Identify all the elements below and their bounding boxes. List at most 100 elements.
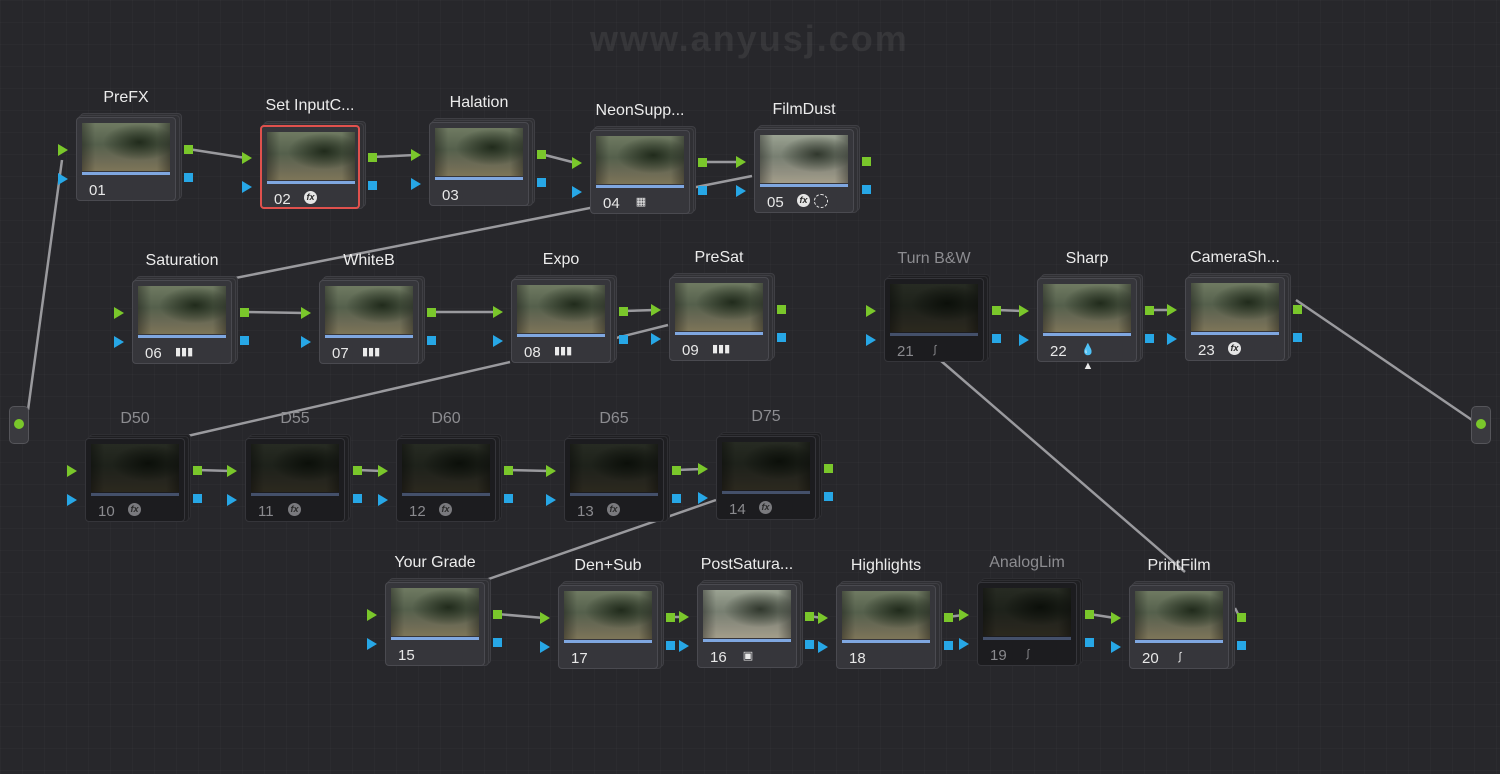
- node-label[interactable]: FilmDust: [772, 101, 835, 119]
- rgb-output-icon[interactable]: [184, 145, 193, 154]
- rgb-output-icon[interactable]: [666, 613, 675, 622]
- node-14[interactable]: 14 fx D75: [698, 408, 833, 520]
- alpha-output-icon[interactable]: [805, 640, 814, 649]
- rgb-output-icon[interactable]: [698, 158, 707, 167]
- alpha-output-icon[interactable]: [368, 181, 377, 190]
- rgb-output-icon[interactable]: [824, 464, 833, 473]
- node-19[interactable]: 19 ∫ AnalogLim: [959, 554, 1094, 666]
- node-15[interactable]: 15 Your Grade: [367, 554, 502, 666]
- node-11[interactable]: 11 fx D55: [227, 410, 362, 522]
- node-01[interactable]: 01 PreFX: [58, 89, 193, 201]
- node-card[interactable]: 05 fx: [754, 129, 854, 213]
- node-05[interactable]: 05 fx FilmDust: [736, 101, 871, 213]
- alpha-output-icon[interactable]: [1293, 333, 1302, 342]
- node-card[interactable]: 15: [385, 582, 485, 666]
- alpha-input-icon[interactable]: [67, 494, 77, 506]
- node-label[interactable]: D55: [280, 410, 309, 428]
- rgb-input-icon[interactable]: [301, 307, 311, 319]
- node-label[interactable]: PrintFilm: [1147, 557, 1210, 575]
- alpha-input-icon[interactable]: [679, 640, 689, 652]
- alpha-input-icon[interactable]: [378, 494, 388, 506]
- alpha-output-icon[interactable]: [672, 494, 681, 503]
- alpha-input-icon[interactable]: [572, 186, 582, 198]
- alpha-input-icon[interactable]: [1111, 641, 1121, 653]
- alpha-output-icon[interactable]: [777, 333, 786, 342]
- rgb-input-icon[interactable]: [546, 465, 556, 477]
- rgb-input-icon[interactable]: [736, 156, 746, 168]
- alpha-output-icon[interactable]: [184, 173, 193, 182]
- rgb-output-icon[interactable]: [777, 305, 786, 314]
- rgb-output-icon[interactable]: [1237, 613, 1246, 622]
- node-09[interactable]: 09 ▮▮▮ PreSat: [651, 249, 786, 361]
- alpha-input-icon[interactable]: [227, 494, 237, 506]
- node-card[interactable]: 19 ∫: [977, 582, 1077, 666]
- rgb-input-icon[interactable]: [367, 609, 377, 621]
- rgb-output-icon[interactable]: [193, 466, 202, 475]
- node-21[interactable]: 21 ∫ Turn B&W: [866, 250, 1001, 362]
- rgb-output-icon[interactable]: [1293, 305, 1302, 314]
- alpha-output-icon[interactable]: [619, 335, 628, 344]
- rgb-input-icon[interactable]: [1167, 304, 1177, 316]
- rgb-output-icon[interactable]: [240, 308, 249, 317]
- rgb-input-icon[interactable]: [114, 307, 124, 319]
- node-card[interactable]: 12 fx: [396, 438, 496, 522]
- alpha-input-icon[interactable]: [698, 492, 708, 504]
- rgb-input-icon[interactable]: [67, 465, 77, 477]
- alpha-input-icon[interactable]: [1167, 333, 1177, 345]
- source-input-endpoint[interactable]: [9, 406, 29, 444]
- node-23[interactable]: 23 fx CameraSh...: [1167, 249, 1302, 361]
- alpha-input-icon[interactable]: [411, 178, 421, 190]
- rgb-output-icon[interactable]: [672, 466, 681, 475]
- alpha-output-icon[interactable]: [353, 494, 362, 503]
- node-13[interactable]: 13 fx D65: [546, 410, 681, 522]
- rgb-output-icon[interactable]: [944, 613, 953, 622]
- rgb-input-icon[interactable]: [679, 611, 689, 623]
- node-card[interactable]: 17: [558, 585, 658, 669]
- rgb-output-icon[interactable]: [619, 307, 628, 316]
- rgb-output-icon[interactable]: [493, 610, 502, 619]
- node-04[interactable]: 04 ▦ NeonSupp...: [572, 102, 707, 214]
- node-03[interactable]: 03 Halation: [411, 94, 546, 206]
- alpha-output-icon[interactable]: [193, 494, 202, 503]
- alpha-input-icon[interactable]: [736, 185, 746, 197]
- alpha-output-icon[interactable]: [666, 641, 675, 650]
- alpha-output-icon[interactable]: [537, 178, 546, 187]
- rgb-input-icon[interactable]: [493, 306, 503, 318]
- node-18[interactable]: 18 Highlights: [818, 557, 953, 669]
- alpha-input-icon[interactable]: [367, 638, 377, 650]
- alpha-input-icon[interactable]: [242, 181, 252, 193]
- node-10[interactable]: 10 fx D50: [67, 410, 202, 522]
- node-label[interactable]: Turn B&W: [897, 250, 970, 268]
- node-card[interactable]: 01: [76, 117, 176, 201]
- node-label[interactable]: Set InputC...: [266, 97, 355, 115]
- node-card[interactable]: 06 ▮▮▮: [132, 280, 232, 364]
- alpha-input-icon[interactable]: [818, 641, 828, 653]
- alpha-output-icon[interactable]: [862, 185, 871, 194]
- node-17[interactable]: 17 Den+Sub: [540, 557, 675, 669]
- rgb-input-icon[interactable]: [698, 463, 708, 475]
- alpha-output-icon[interactable]: [698, 186, 707, 195]
- node-card[interactable]: 11 fx: [245, 438, 345, 522]
- node-card[interactable]: 04 ▦: [590, 130, 690, 214]
- alpha-output-icon[interactable]: [427, 336, 436, 345]
- node-card[interactable]: 10 fx: [85, 438, 185, 522]
- node-08[interactable]: 08 ▮▮▮ Expo: [493, 251, 628, 363]
- node-label[interactable]: PreFX: [103, 89, 148, 107]
- node-label[interactable]: D60: [431, 410, 460, 428]
- rgb-output-icon[interactable]: [504, 466, 513, 475]
- alpha-output-icon[interactable]: [944, 641, 953, 650]
- node-22[interactable]: 22 💧▲ Sharp: [1019, 250, 1154, 372]
- node-label[interactable]: Expo: [543, 251, 579, 269]
- rgb-input-icon[interactable]: [866, 305, 876, 317]
- alpha-output-icon[interactable]: [1085, 638, 1094, 647]
- alpha-input-icon[interactable]: [651, 333, 661, 345]
- alpha-input-icon[interactable]: [540, 641, 550, 653]
- rgb-input-icon[interactable]: [540, 612, 550, 624]
- node-12[interactable]: 12 fx D60: [378, 410, 513, 522]
- rgb-input-icon[interactable]: [1111, 612, 1121, 624]
- node-card[interactable]: 16 ▣: [697, 584, 797, 668]
- alpha-input-icon[interactable]: [959, 638, 969, 650]
- alpha-input-icon[interactable]: [866, 334, 876, 346]
- alpha-input-icon[interactable]: [114, 336, 124, 348]
- alpha-output-icon[interactable]: [992, 334, 1001, 343]
